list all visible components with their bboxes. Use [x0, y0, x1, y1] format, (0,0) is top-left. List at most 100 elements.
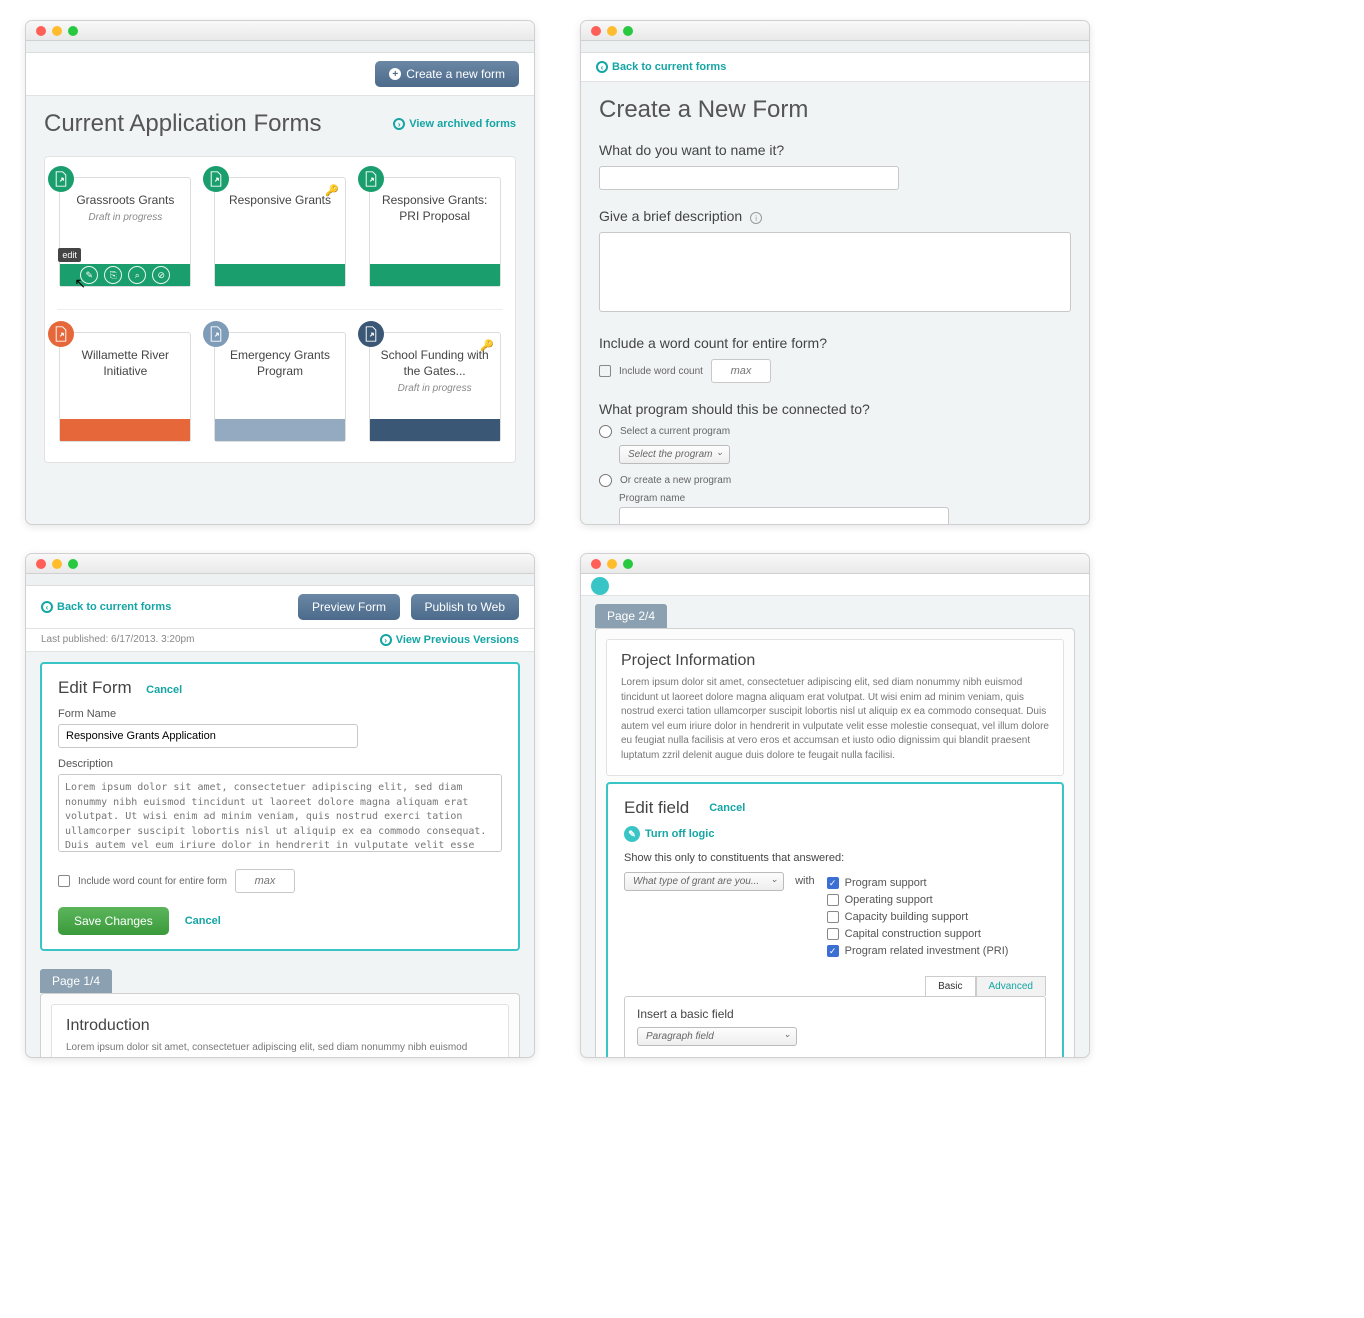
form-card[interactable]: 🔑School Funding with the Gates...Draft i… [369, 332, 501, 442]
description-input[interactable] [58, 774, 502, 852]
program-name-label: Program name [619, 493, 1071, 504]
edit-form-panel: Edit Form Cancel Form Name Description I… [40, 662, 520, 951]
zoom-icon[interactable] [68, 26, 78, 36]
card-status: Draft in progress [68, 212, 182, 223]
back-link[interactable]: ‹ Back to current forms [596, 61, 726, 73]
intro-body: Lorem ipsum dolor sit amet, consectetuer… [66, 1041, 494, 1058]
logic-option-label: Operating support [845, 894, 933, 906]
field-type-select[interactable]: Paragraph field [637, 1027, 797, 1046]
create-form-button[interactable]: + Create a new form [375, 61, 519, 87]
form-card[interactable]: Grassroots GrantsDraft in progressedit✎⎘… [59, 177, 191, 287]
wordcount-max-input[interactable] [711, 359, 771, 383]
form-card[interactable]: 🔑Responsive Grants [214, 177, 346, 287]
page-indicator: Page 2/4 [595, 604, 667, 628]
info-icon[interactable]: i [750, 212, 762, 224]
wordcount-max-input[interactable] [235, 869, 295, 893]
card-title: Emergency Grants Program [223, 347, 337, 379]
zoom-icon[interactable] [68, 559, 78, 569]
logic-option-checkbox[interactable] [827, 894, 839, 906]
arrow-right-icon: › [380, 634, 392, 646]
publish-button[interactable]: Publish to Web [411, 594, 520, 620]
card-footer [370, 264, 500, 286]
form-name-label: Form Name [58, 708, 502, 720]
cancel-link-2[interactable]: Cancel [185, 915, 221, 927]
wordcount-checkbox[interactable] [58, 875, 70, 887]
page-title: Create a New Form [599, 96, 1071, 124]
wordcount-cb-label: Include word count [619, 366, 703, 377]
form-card[interactable]: Willamette River Initiative [59, 332, 191, 442]
close-icon[interactable] [591, 559, 601, 569]
cancel-link[interactable]: Cancel [709, 802, 745, 814]
minimize-icon[interactable] [607, 26, 617, 36]
arrow-right-icon: › [393, 118, 405, 130]
create-program-radio[interactable] [599, 474, 612, 487]
program-select[interactable]: Select the program [619, 445, 730, 464]
minimize-icon[interactable] [607, 559, 617, 569]
duplicate-icon[interactable]: ⎘ [104, 266, 122, 284]
card-status: Draft in progress [378, 383, 492, 394]
select-program-radio[interactable] [599, 425, 612, 438]
page-title: Current Application Forms [44, 110, 321, 138]
tabstrip [26, 41, 534, 53]
card-footer [60, 419, 190, 441]
previous-versions-link[interactable]: › View Previous Versions [380, 634, 519, 646]
close-icon[interactable] [591, 26, 601, 36]
archive-icon[interactable]: ⌕ [128, 266, 146, 284]
disable-icon[interactable]: ⊘ [152, 266, 170, 284]
logo-icon [591, 577, 609, 595]
edit-icon[interactable]: ✎ [80, 266, 98, 284]
insert-field-box: Insert a basic field Paragraph field Par… [624, 996, 1046, 1058]
document-icon [203, 321, 229, 347]
project-info-body: Lorem ipsum dolor sit amet, consectetuer… [621, 676, 1049, 763]
save-button[interactable]: Save Changes [58, 907, 169, 935]
view-archived-link[interactable]: › View archived forms [393, 118, 516, 130]
logic-option-checkbox[interactable] [827, 928, 839, 940]
cancel-link[interactable]: Cancel [146, 684, 182, 696]
tab-basic[interactable]: Basic [925, 976, 975, 996]
program-name-input[interactable] [619, 507, 949, 525]
logic-option-checkbox[interactable] [827, 911, 839, 923]
card-title: Grassroots Grants [68, 192, 182, 208]
plus-icon: + [389, 68, 401, 80]
key-icon: 🔑 [325, 184, 339, 197]
form-cards: Grassroots GrantsDraft in progressedit✎⎘… [44, 156, 516, 463]
minimize-icon[interactable] [52, 559, 62, 569]
window-edit-field: Page 2/4 Project Information Lorem ipsum… [580, 553, 1090, 1058]
form-card[interactable]: Responsive Grants: PRI Proposal [369, 177, 501, 287]
intro-title: Introduction [66, 1017, 494, 1035]
arrow-left-icon: ‹ [596, 61, 608, 73]
close-icon[interactable] [36, 26, 46, 36]
logic-option-label: Capacity building support [845, 911, 969, 923]
zoom-icon[interactable] [623, 26, 633, 36]
edit-form-title: Edit Form [58, 678, 132, 698]
form-name-input[interactable] [58, 724, 358, 748]
logic-question-select[interactable]: What type of grant are you... [624, 872, 784, 891]
card-footer [215, 264, 345, 286]
window-edit-form: ‹ Back to current forms Preview Form Pub… [25, 553, 535, 1058]
page-panel: Project Information Lorem ipsum dolor si… [595, 628, 1075, 1058]
minimize-icon[interactable] [52, 26, 62, 36]
window-current-forms: + Create a new form Current Application … [25, 20, 535, 525]
logic-option-checkbox[interactable]: ✓ [827, 877, 839, 889]
close-icon[interactable] [36, 559, 46, 569]
wordcount-checkbox[interactable] [599, 365, 611, 377]
tab-advanced[interactable]: Advanced [976, 976, 1046, 996]
tabstrip [581, 41, 1089, 53]
zoom-icon[interactable] [623, 559, 633, 569]
logic-icon: ✎ [624, 826, 640, 842]
key-icon: 🔑 [480, 339, 494, 352]
description-label: Description [58, 758, 502, 770]
wordcount-question: Include a word count for entire form? [599, 335, 1071, 351]
preview-button[interactable]: Preview Form [298, 594, 400, 620]
form-card[interactable]: Emergency Grants Program [214, 332, 346, 442]
show-only-label: Show this only to constituents that answ… [624, 852, 1046, 864]
name-question: What do you want to name it? [599, 142, 1071, 158]
logic-option-checkbox[interactable]: ✓ [827, 945, 839, 957]
logic-option-label: Program support [845, 877, 927, 889]
insert-label: Insert a basic field [637, 1007, 1033, 1021]
description-input[interactable] [599, 232, 1071, 312]
topbar: ‹ Back to current forms Preview Form Pub… [26, 586, 534, 629]
turn-off-logic-toggle[interactable]: ✎ Turn off logic [624, 826, 1046, 842]
back-link[interactable]: ‹ Back to current forms [41, 601, 171, 613]
form-name-input[interactable] [599, 166, 899, 190]
